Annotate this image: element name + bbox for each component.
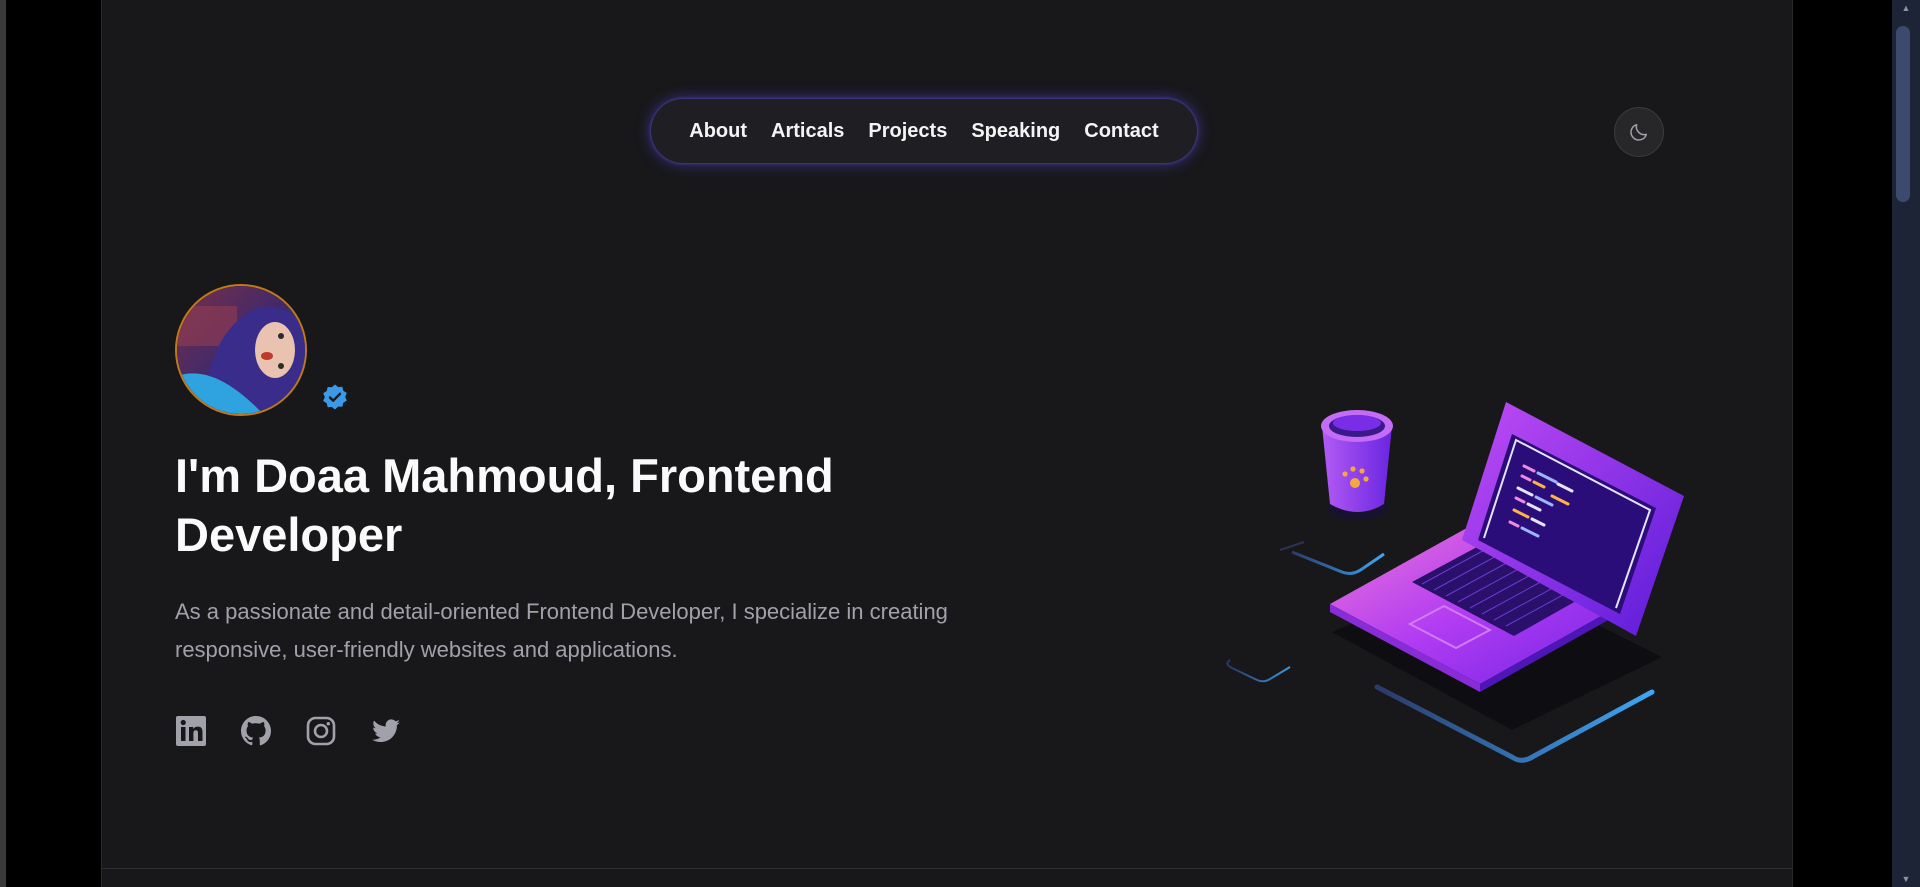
scroll-up-arrow-icon[interactable]: ▲: [1892, 0, 1920, 16]
scrollbar-thumb[interactable]: [1896, 26, 1910, 202]
main-nav: About Articals Projects Speaking Contact: [651, 99, 1197, 163]
laptop-coffee-illustration: [1226, 402, 1684, 763]
nav-link-articals[interactable]: Articals: [771, 120, 844, 143]
instagram-icon[interactable]: [305, 715, 337, 747]
avatar: [175, 284, 307, 416]
nav-link-about[interactable]: About: [689, 120, 747, 143]
hero-intro: As a passionate and detail-oriented Fron…: [175, 599, 948, 662]
theme-toggle-button[interactable]: [1614, 107, 1664, 157]
scroll-down-arrow-icon[interactable]: ▼: [1892, 871, 1920, 887]
hero-headline: I'm Doaa Mahmoud, Frontend Developer: [175, 449, 834, 561]
verified-badge-icon: [323, 384, 347, 410]
profile-photo: [177, 286, 305, 414]
twitter-icon[interactable]: [370, 715, 402, 747]
moon-icon: [1630, 123, 1648, 141]
nav-link-contact[interactable]: Contact: [1084, 120, 1158, 143]
page-scrollbar[interactable]: ▲ ▼: [1892, 0, 1920, 887]
window-left-edge: [0, 0, 6, 887]
nav-link-projects[interactable]: Projects: [868, 120, 947, 143]
nav-link-speaking[interactable]: Speaking: [971, 120, 1060, 143]
social-links: [175, 715, 402, 747]
linkedin-icon[interactable]: [175, 715, 207, 747]
github-icon[interactable]: [240, 715, 272, 747]
section-divider: [102, 868, 1792, 869]
